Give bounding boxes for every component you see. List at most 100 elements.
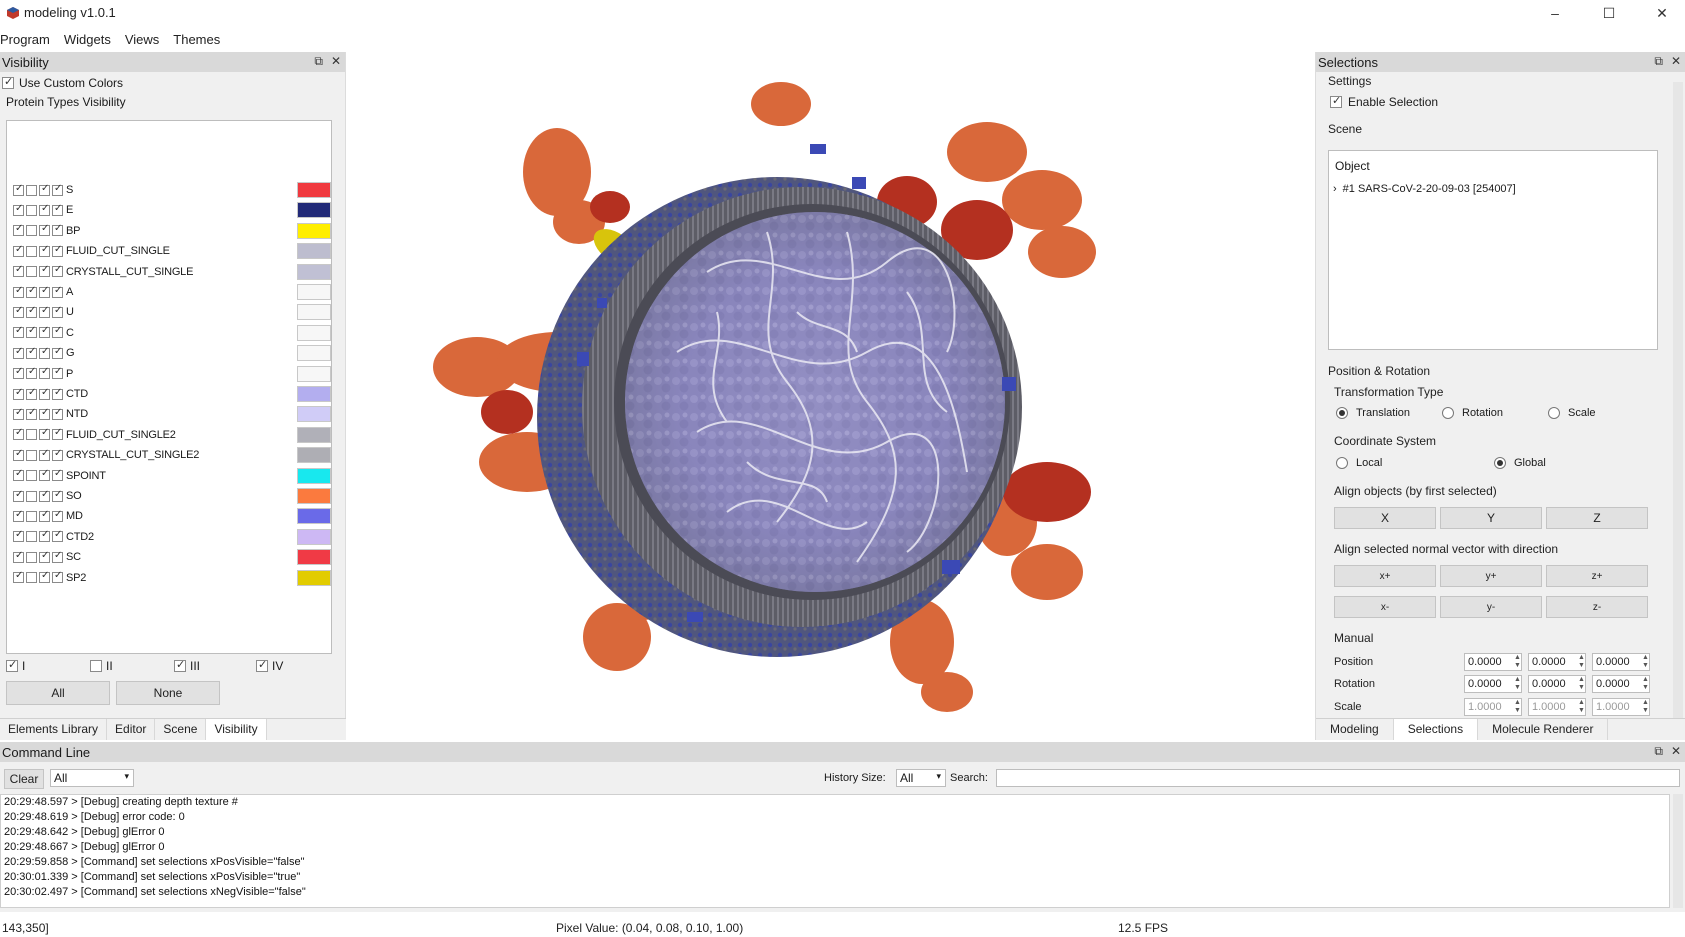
protein-color-swatch[interactable] (297, 549, 331, 566)
protein-color-swatch[interactable] (297, 426, 331, 443)
protein-color-swatch[interactable] (297, 182, 331, 198)
align-z-button[interactable]: Z (1546, 507, 1648, 529)
protein-visibility-checkbox-2[interactable] (26, 407, 37, 420)
protein-visibility-checkbox-4[interactable] (52, 407, 63, 420)
spin-arrows-icon[interactable]: ▲ ▼ (1514, 654, 1522, 672)
protein-visibility-checkbox-2[interactable] (26, 449, 37, 461)
protein-visibility-checkbox-3[interactable] (39, 529, 50, 543)
spin-arrows-icon[interactable]: ▲ ▼ (1642, 699, 1650, 717)
protein-color-swatch[interactable] (297, 406, 331, 423)
use-custom-colors-row[interactable]: Use Custom Colors (2, 75, 123, 90)
align-y-button[interactable]: Y (1440, 507, 1542, 529)
protein-visibility-checkbox-4[interactable] (52, 346, 63, 359)
protein-visibility-checkbox-4[interactable] (52, 570, 63, 584)
protein-visibility-checkbox-4[interactable] (52, 387, 63, 400)
protein-visibility-checkbox-4[interactable] (52, 509, 63, 522)
protein-visibility-checkbox-3[interactable] (39, 366, 50, 380)
protein-color-swatch[interactable] (297, 569, 331, 586)
spin-arrows-icon[interactable]: ▲ ▼ (1578, 699, 1586, 717)
protein-visibility-checkbox-1[interactable] (13, 468, 24, 482)
protein-visibility-checkbox-3[interactable] (39, 489, 50, 502)
protein-color-swatch[interactable] (297, 345, 331, 362)
float-dock-icon[interactable]: ⧉ (314, 54, 323, 69)
protein-visibility-checkbox-3[interactable] (39, 346, 50, 359)
protein-visibility-checkbox-3[interactable] (39, 325, 50, 339)
protein-visibility-checkbox-1[interactable] (13, 325, 24, 339)
scene-tree[interactable]: Object › #1 SARS-CoV-2-20-09-03 [254007] (1328, 150, 1658, 350)
protein-visibility-checkbox-4[interactable] (52, 366, 63, 380)
minimize-button[interactable]: – (1532, 0, 1578, 26)
protein-visibility-checkbox-1[interactable] (13, 305, 24, 318)
protein-visibility-checkbox-4[interactable] (52, 468, 63, 482)
protein-visibility-checkbox-3[interactable] (39, 244, 50, 257)
protein-visibility-checkbox-2[interactable] (26, 245, 37, 257)
spin-arrows-icon[interactable]: ▲ ▼ (1514, 676, 1522, 694)
protein-visibility-checkbox-1[interactable] (13, 427, 24, 441)
protein-visibility-checkbox-2[interactable] (26, 572, 37, 584)
protein-visibility-checkbox-3[interactable] (39, 264, 50, 278)
protein-visibility-checkbox-1[interactable] (13, 570, 24, 584)
radio-scale-button[interactable] (1548, 407, 1560, 419)
menu-themes[interactable]: Themes (173, 30, 228, 50)
protein-color-swatch[interactable] (297, 528, 331, 545)
protein-visibility-checkbox-1[interactable] (13, 366, 24, 380)
menu-views[interactable]: Views (125, 30, 167, 50)
protein-visibility-checkbox-1[interactable] (13, 244, 24, 257)
float-dock-icon[interactable]: ⧉ (1654, 744, 1663, 759)
enable-selection-row[interactable]: Enable Selection (1330, 94, 1438, 109)
protein-visibility-checkbox-1[interactable] (13, 387, 24, 400)
history-size-select[interactable]: All ▾ (896, 769, 946, 787)
protein-visibility-checkbox-4[interactable] (52, 203, 63, 216)
radio-scale[interactable]: Scale (1548, 407, 1596, 419)
protein-visibility-checkbox-3[interactable] (39, 448, 50, 461)
radio-rotation-button[interactable] (1442, 407, 1454, 419)
close-dock-icon[interactable]: ✕ (1671, 744, 1681, 759)
protein-visibility-checkbox-1[interactable] (13, 285, 24, 298)
protein-visibility-checkbox-1[interactable] (13, 529, 24, 543)
protein-visibility-checkbox-1[interactable] (13, 223, 24, 237)
tab-selections[interactable]: Selections (1393, 719, 1479, 740)
radio-local-button[interactable] (1336, 457, 1348, 469)
menu-widgets[interactable]: Widgets (64, 30, 119, 50)
direction-y-neg-button[interactable]: y- (1440, 596, 1542, 618)
chevron-right-icon[interactable]: › (1333, 183, 1337, 195)
protein-visibility-checkbox-3[interactable] (39, 570, 50, 584)
protein-visibility-checkbox-4[interactable] (52, 305, 63, 318)
protein-visibility-checkbox-3[interactable] (39, 550, 50, 563)
protein-visibility-checkbox-2[interactable] (26, 184, 37, 196)
protein-visibility-checkbox-4[interactable] (52, 223, 63, 237)
all-button[interactable]: All (6, 681, 110, 705)
search-input[interactable] (996, 769, 1680, 787)
direction-x-pos-button[interactable]: x+ (1334, 565, 1436, 587)
selections-scrollbar[interactable] (1673, 82, 1683, 722)
scene-tree-item[interactable]: › #1 SARS-CoV-2-20-09-03 [254007] (1333, 183, 1516, 195)
protein-visibility-checkbox-3[interactable] (39, 407, 50, 420)
protein-visibility-checkbox-1[interactable] (13, 203, 24, 216)
protein-color-swatch[interactable] (297, 447, 331, 464)
protein-visibility-checkbox-1[interactable] (13, 264, 24, 278)
protein-color-swatch[interactable] (297, 222, 331, 239)
radio-rotation[interactable]: Rotation (1442, 407, 1503, 419)
radio-translation-button[interactable] (1336, 407, 1348, 419)
protein-visibility-checkbox-3[interactable] (39, 305, 50, 318)
radio-global[interactable]: Global (1494, 457, 1546, 469)
group-checkbox[interactable] (256, 658, 268, 672)
spin-arrows-icon[interactable]: ▲ ▼ (1514, 699, 1522, 717)
spin-arrows-icon[interactable]: ▲ ▼ (1578, 676, 1586, 694)
protein-visibility-checkbox-4[interactable] (52, 529, 63, 543)
protein-visibility-checkbox-2[interactable] (26, 429, 37, 441)
command-log[interactable]: 20:29:48.597 > [Debug] creating depth te… (0, 794, 1670, 908)
protein-visibility-checkbox-2[interactable] (26, 325, 37, 339)
spin-arrows-icon[interactable]: ▲ ▼ (1578, 654, 1586, 672)
protein-visibility-checkbox-3[interactable] (39, 285, 50, 298)
group-checkbox[interactable] (174, 658, 186, 672)
tab-modeling[interactable]: Modeling (1316, 719, 1394, 740)
protein-visibility-checkbox-3[interactable] (39, 183, 50, 196)
protein-color-swatch[interactable] (297, 508, 331, 525)
protein-color-swatch[interactable] (297, 386, 331, 402)
protein-visibility-checkbox-1[interactable] (13, 448, 24, 461)
protein-visibility-checkbox-4[interactable] (52, 489, 63, 502)
protein-visibility-checkbox-3[interactable] (39, 427, 50, 441)
protein-visibility-checkbox-4[interactable] (52, 285, 63, 298)
protein-color-swatch[interactable] (297, 304, 331, 321)
